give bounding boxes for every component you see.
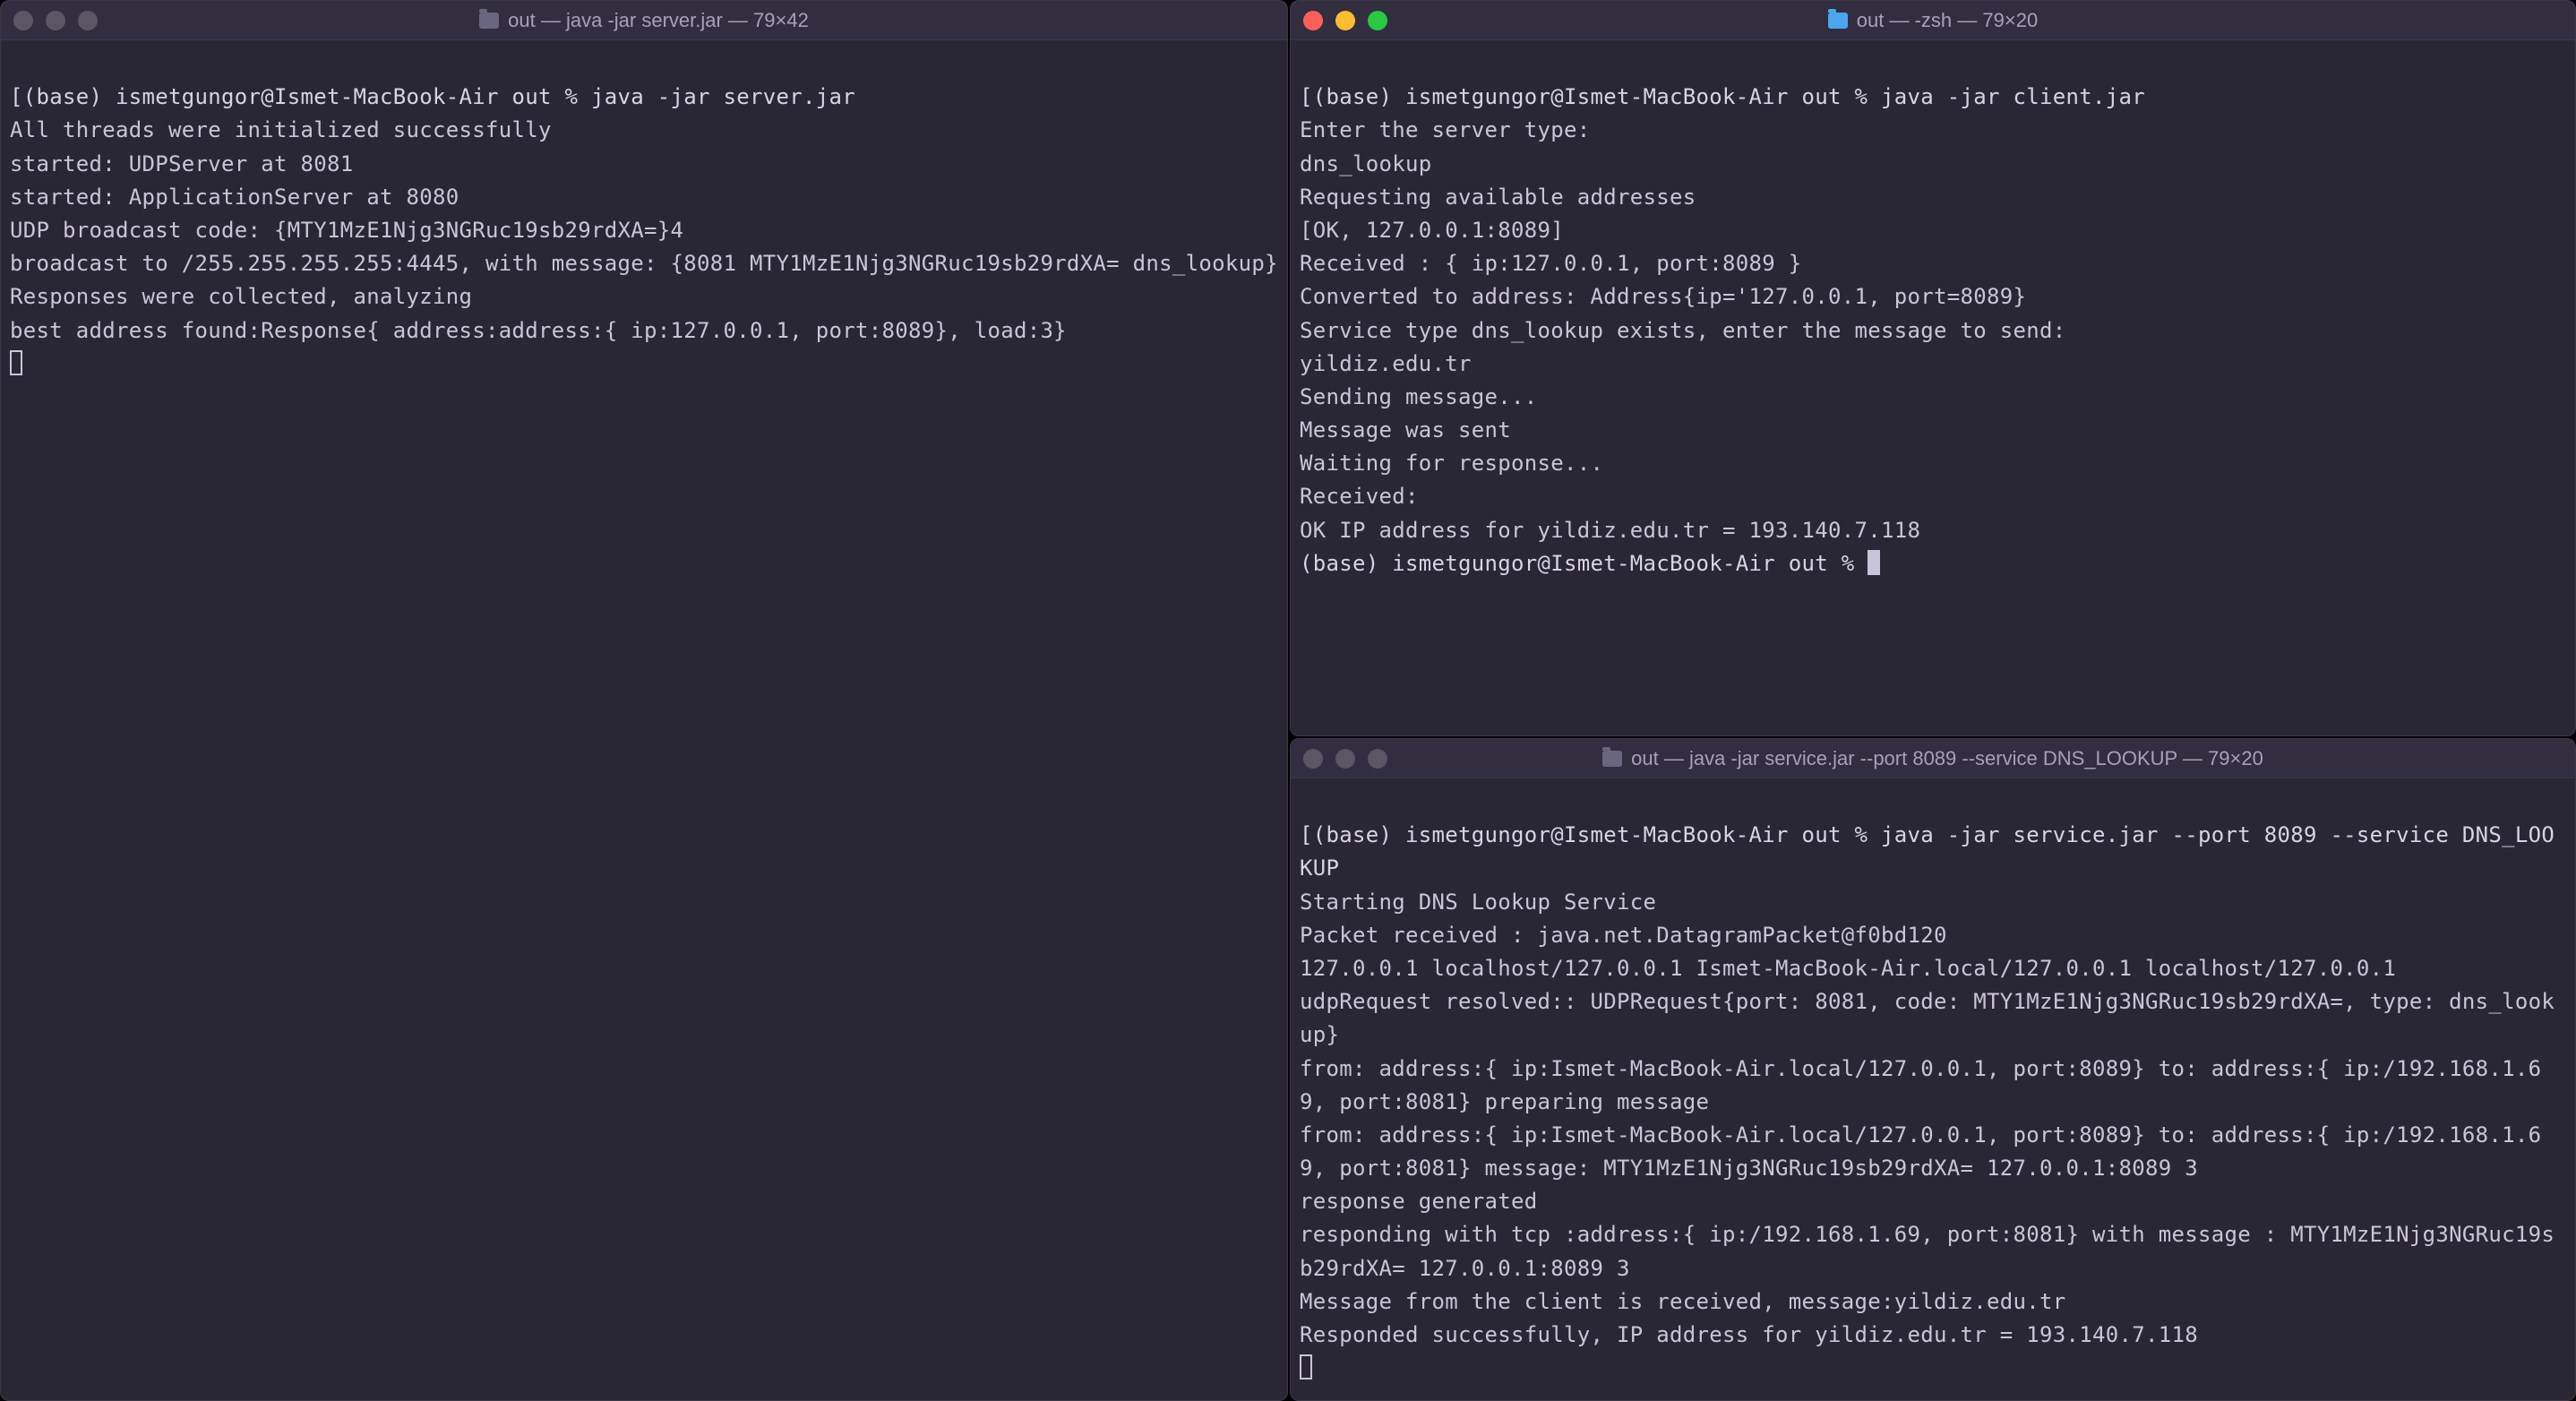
cursor-icon bbox=[1300, 1354, 1312, 1380]
window-title-text: out — -zsh — 79×20 bbox=[1857, 9, 2038, 32]
traffic-lights bbox=[13, 11, 98, 30]
window-title-text: out — java -jar service.jar --port 8089 … bbox=[1631, 747, 2263, 770]
terminal-line: broadcast to /255.255.255.255:4445, with… bbox=[10, 251, 1278, 276]
terminal-line: best address found:Response{ address:add… bbox=[10, 318, 1067, 343]
terminal-line: Received: bbox=[1300, 484, 1419, 509]
terminal-line: Message from the client is received, mes… bbox=[1300, 1289, 2065, 1314]
terminal-line: started: UDPServer at 8081 bbox=[10, 151, 353, 176]
terminal-window-client[interactable]: out — -zsh — 79×20 [(base) ismetgungor@I… bbox=[1290, 0, 2576, 736]
folder-icon bbox=[479, 13, 499, 29]
minimize-icon[interactable] bbox=[46, 11, 65, 30]
traffic-lights bbox=[1303, 11, 1387, 30]
cursor-icon bbox=[10, 350, 22, 375]
cursor-icon bbox=[1868, 550, 1880, 575]
terminal-line: Responded successfully, IP address for y… bbox=[1300, 1322, 2198, 1347]
titlebar[interactable]: out — -zsh — 79×20 bbox=[1291, 1, 2575, 40]
terminal-line: udpRequest resolved:: UDPRequest{port: 8… bbox=[1300, 989, 2555, 1047]
terminal-line: UDP broadcast code: {MTY1MzE1Njg3NGRuc19… bbox=[10, 218, 683, 243]
terminal-line: response generated bbox=[1300, 1189, 1538, 1214]
terminal-line: 127.0.0.1 localhost/127.0.0.1 Ismet-MacB… bbox=[1300, 956, 2396, 981]
folder-icon bbox=[1828, 13, 1848, 29]
desktop: out — java -jar server.jar — 79×42 [(bas… bbox=[0, 0, 2576, 1401]
terminal-line: Responses were collected, analyzing bbox=[10, 284, 472, 309]
zoom-icon[interactable] bbox=[78, 11, 98, 30]
terminal-line: Starting DNS Lookup Service bbox=[1300, 890, 1656, 915]
close-icon[interactable] bbox=[1303, 11, 1323, 30]
terminal-line: dns_lookup bbox=[1300, 151, 1432, 176]
window-title-text: out — java -jar server.jar — 79×42 bbox=[508, 9, 809, 32]
titlebar[interactable]: out — java -jar service.jar --port 8089 … bbox=[1291, 739, 2575, 778]
terminal-window-server[interactable]: out — java -jar server.jar — 79×42 [(bas… bbox=[0, 0, 1288, 1401]
folder-icon bbox=[1602, 751, 1622, 767]
zoom-icon[interactable] bbox=[1368, 11, 1387, 30]
terminal-line: Sending message... bbox=[1300, 384, 1538, 409]
terminal-line: All threads were initialized successfull… bbox=[10, 117, 552, 142]
terminal-line: Packet received : java.net.DatagramPacke… bbox=[1300, 923, 1947, 948]
terminal-line: [(base) ismetgungor@Ismet-MacBook-Air ou… bbox=[1300, 822, 2555, 881]
terminal-line: yildiz.edu.tr bbox=[1300, 351, 1472, 376]
terminal-line: [OK, 127.0.0.1:8089] bbox=[1300, 218, 1564, 243]
close-icon[interactable] bbox=[13, 11, 33, 30]
terminal-line: from: address:{ ip:Ismet-MacBook-Air.loc… bbox=[1300, 1056, 2541, 1114]
terminal-window-service[interactable]: out — java -jar service.jar --port 8089 … bbox=[1290, 738, 2576, 1401]
terminal-line: Requesting available addresses bbox=[1300, 185, 1696, 210]
minimize-icon[interactable] bbox=[1335, 11, 1355, 30]
window-title: out — -zsh — 79×20 bbox=[1291, 9, 2575, 32]
terminal-body[interactable]: [(base) ismetgungor@Ismet-MacBook-Air ou… bbox=[1291, 778, 2575, 1400]
terminal-body[interactable]: [(base) ismetgungor@Ismet-MacBook-Air ou… bbox=[1, 40, 1287, 1400]
window-title: out — java -jar server.jar — 79×42 bbox=[1, 9, 1287, 32]
traffic-lights bbox=[1303, 749, 1387, 769]
terminal-line: Waiting for response... bbox=[1300, 451, 1603, 476]
terminal-line: Converted to address: Address{ip='127.0.… bbox=[1300, 284, 2026, 309]
zoom-icon[interactable] bbox=[1368, 749, 1387, 769]
terminal-line: responding with tcp :address:{ ip:/192.1… bbox=[1300, 1222, 2555, 1280]
terminal-line: OK IP address for yildiz.edu.tr = 193.14… bbox=[1300, 518, 1920, 543]
terminal-line: Message was sent bbox=[1300, 417, 1511, 443]
close-icon[interactable] bbox=[1303, 749, 1323, 769]
terminal-line: started: ApplicationServer at 8080 bbox=[10, 185, 459, 210]
terminal-line: Received : { ip:127.0.0.1, port:8089 } bbox=[1300, 251, 1801, 276]
terminal-line: [(base) ismetgungor@Ismet-MacBook-Air ou… bbox=[1300, 84, 2145, 109]
titlebar[interactable]: out — java -jar server.jar — 79×42 bbox=[1, 1, 1287, 40]
window-title: out — java -jar service.jar --port 8089 … bbox=[1291, 747, 2575, 770]
terminal-line: (base) ismetgungor@Ismet-MacBook-Air out… bbox=[1300, 551, 1868, 576]
terminal-body[interactable]: [(base) ismetgungor@Ismet-MacBook-Air ou… bbox=[1291, 40, 2575, 735]
terminal-line: Service type dns_lookup exists, enter th… bbox=[1300, 318, 2065, 343]
terminal-line: Enter the server type: bbox=[1300, 117, 1590, 142]
terminal-line: [(base) ismetgungor@Ismet-MacBook-Air ou… bbox=[10, 84, 855, 109]
terminal-line: from: address:{ ip:Ismet-MacBook-Air.loc… bbox=[1300, 1122, 2541, 1181]
minimize-icon[interactable] bbox=[1335, 749, 1355, 769]
